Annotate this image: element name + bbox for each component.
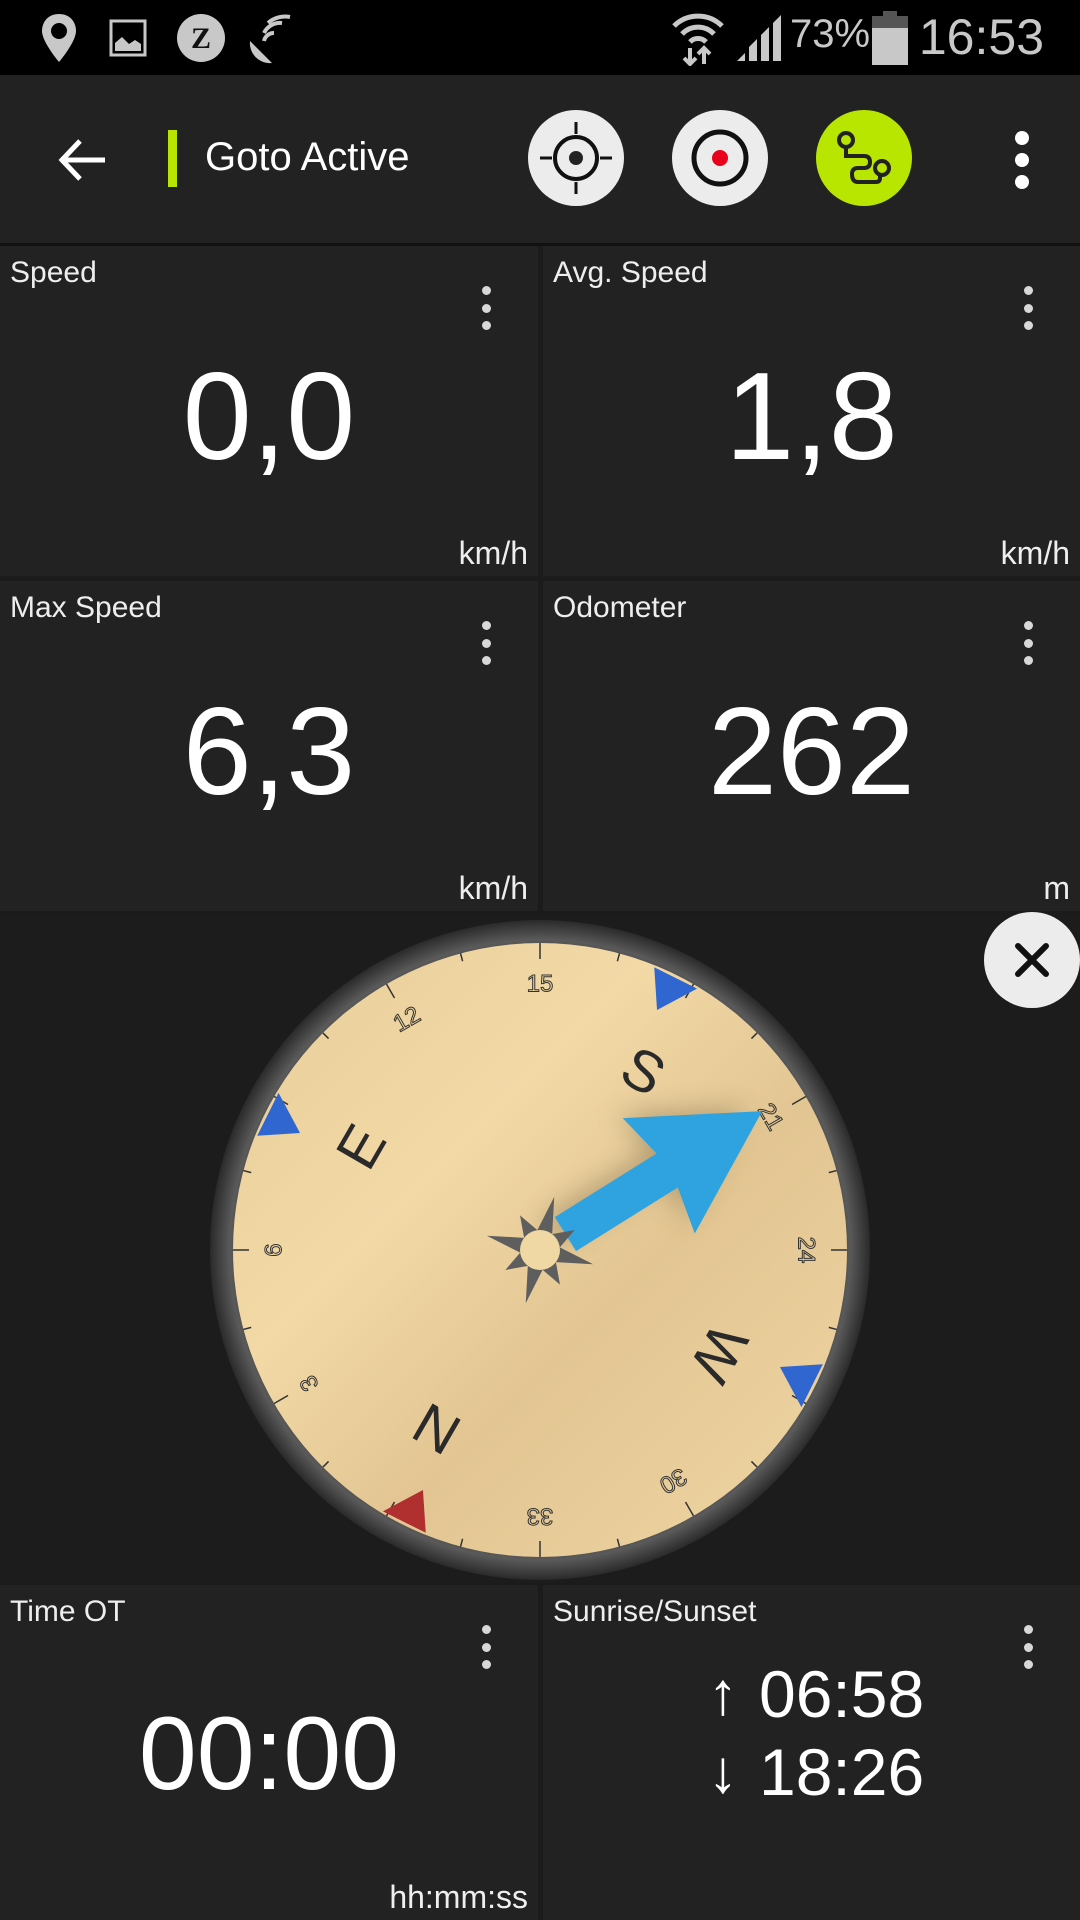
sunrise-row: ↑ 06:58 <box>703 1655 924 1733</box>
location-pin-icon <box>38 10 80 65</box>
dot <box>1015 153 1029 167</box>
tile-value: 0,0 <box>182 348 356 486</box>
tile-value: 6,3 <box>182 683 356 821</box>
tile-label: Max Speed <box>10 591 162 624</box>
tile-unit: km/h <box>1000 535 1070 571</box>
tile-label: Sunrise/Sunset <box>553 1595 757 1628</box>
tile-speed[interactable]: Speed 0,0 km/h <box>0 246 538 576</box>
battery-percent: 73% <box>790 12 871 56</box>
compass-degree-label: 33 <box>527 1503 554 1530</box>
tile-menu-button[interactable] <box>474 286 498 330</box>
wifi-icon <box>670 10 726 66</box>
satellite-icon <box>245 10 301 65</box>
record-icon <box>691 129 749 187</box>
crosshair-icon <box>540 122 612 194</box>
close-compass-button[interactable] <box>984 912 1080 1008</box>
sunrise-time: 06:58 <box>759 1657 925 1731</box>
back-button[interactable] <box>50 125 120 195</box>
tile-menu-button[interactable] <box>1016 621 1040 665</box>
gallery-icon <box>108 10 148 65</box>
tile-menu-button[interactable] <box>474 621 498 665</box>
close-icon <box>1015 943 1049 977</box>
z-app-icon: Z <box>175 10 227 65</box>
dot <box>1015 175 1029 189</box>
compass: 36121521243033NESW <box>210 920 870 1580</box>
tile-label: Time OT <box>10 1595 126 1628</box>
tile-unit: m <box>1043 870 1070 906</box>
page-title: Goto Active <box>205 135 410 179</box>
battery-icon <box>870 10 910 65</box>
signal-icon <box>735 10 785 65</box>
tile-label: Avg. Speed <box>553 256 708 289</box>
sunset-row: ↓ 18:26 <box>703 1733 924 1811</box>
tile-menu-button[interactable] <box>1016 1625 1040 1669</box>
status-clock: 16:53 <box>918 9 1044 65</box>
sun-times: ↑ 06:58 ↓ 18:26 <box>703 1655 924 1811</box>
title-accent-bar <box>168 130 177 187</box>
compass-center-pin <box>520 1230 560 1270</box>
tile-value: 1,8 <box>725 348 898 486</box>
arrow-up-icon: ↑ <box>708 1660 738 1727</box>
tile-value: 262 <box>708 683 915 821</box>
tile-menu-button[interactable] <box>1016 286 1040 330</box>
compass-degree-label: 15 <box>527 970 554 997</box>
record-track-button[interactable] <box>672 110 768 206</box>
overflow-menu-button[interactable] <box>994 125 1050 195</box>
compass-degree-label: 24 <box>793 1237 820 1264</box>
tile-unit: km/h <box>458 535 528 571</box>
tile-label: Odometer <box>553 591 687 624</box>
compass-panel: 3 6 12 15 21 24 30 33 N E S W <box>0 912 1080 1583</box>
sunset-time: 18:26 <box>759 1735 925 1809</box>
svg-text:Z: Z <box>191 22 211 55</box>
tile-sunrise-sunset[interactable]: Sunrise/Sunset ↑ 06:58 ↓ 18:26 <box>543 1585 1080 1920</box>
tile-label: Speed <box>10 256 97 289</box>
arrow-down-icon: ↓ <box>708 1738 738 1805</box>
tile-avg-speed[interactable]: Avg. Speed 1,8 km/h <box>543 246 1080 576</box>
route-button[interactable] <box>816 110 912 206</box>
route-icon <box>837 131 891 184</box>
tile-value: 00:00 <box>138 1696 400 1812</box>
arrow-left-icon <box>58 139 105 181</box>
tile-max-speed[interactable]: Max Speed 6,3 km/h <box>0 581 538 911</box>
status-bar: Z 73% 16:53 <box>0 0 1080 75</box>
app-bar: Goto Active <box>0 75 1080 246</box>
tile-unit: hh:mm:ss <box>389 1879 528 1915</box>
tile-time-ot[interactable]: Time OT 00:00 hh:mm:ss <box>0 1585 538 1920</box>
tile-odometer[interactable]: Odometer 262 m <box>543 581 1080 911</box>
gps-locate-button[interactable] <box>528 110 624 206</box>
compass-degree-label: 6 <box>260 1243 287 1256</box>
tile-unit: km/h <box>458 870 528 906</box>
tile-menu-button[interactable] <box>474 1625 498 1669</box>
dot <box>1015 131 1029 145</box>
